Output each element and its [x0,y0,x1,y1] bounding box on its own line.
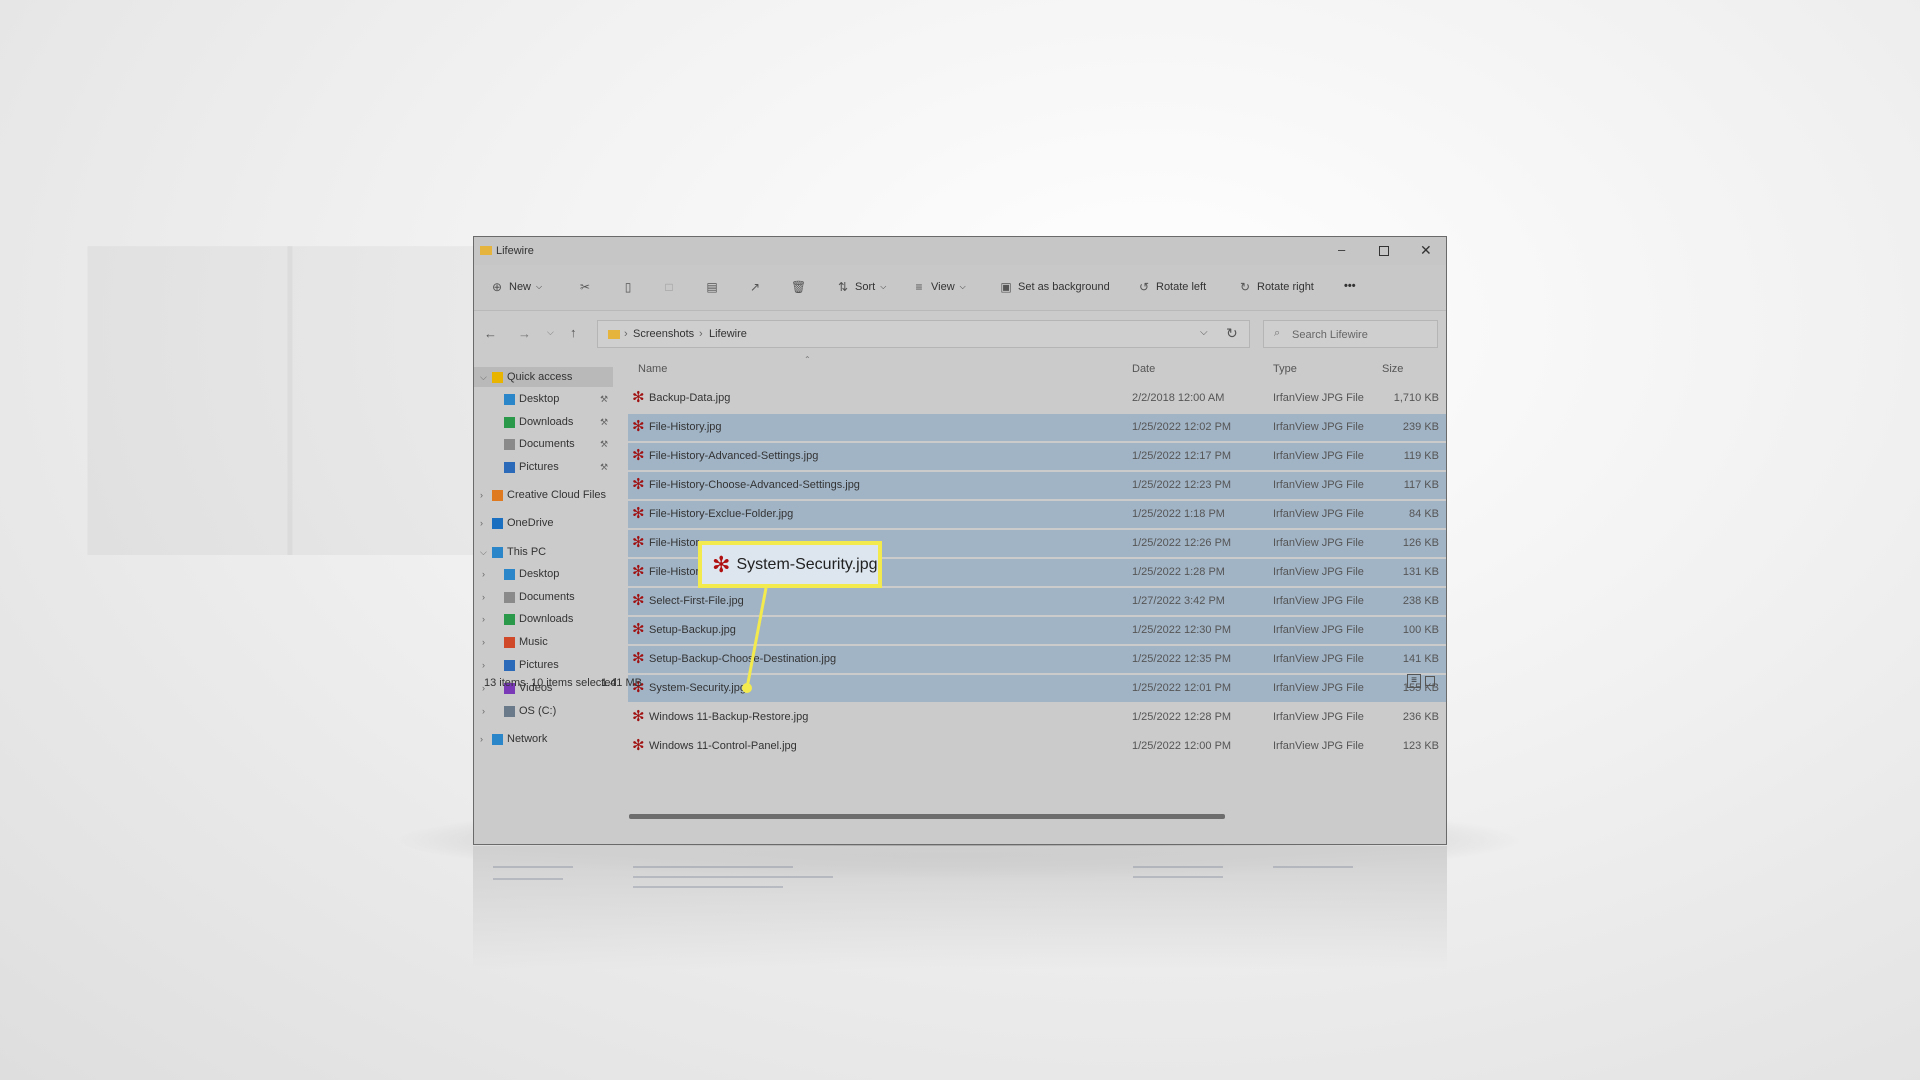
callout-dot [742,683,752,693]
callout-label: System-Security.jpg [736,555,878,573]
callout-line [745,587,768,689]
drag-callout: ✻ System-Security.jpg [698,541,882,588]
callout-leader [742,587,768,693]
irfanview-file-icon: ✻ [712,551,731,577]
